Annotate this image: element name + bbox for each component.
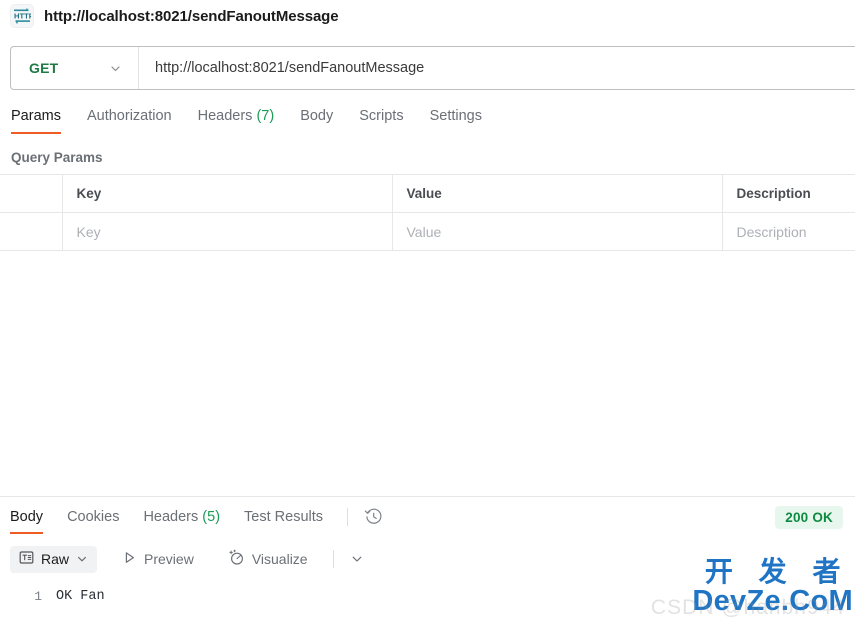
column-header-description: Description [722,175,855,213]
tab-body[interactable]: Body [300,108,333,134]
tab-authorization[interactable]: Authorization [87,108,172,134]
response-visualize-button[interactable]: Visualize [219,546,317,573]
url-input[interactable] [139,47,855,89]
page-title: http://localhost:8021/sendFanoutMessage [44,8,339,25]
column-header-value: Value [392,175,722,213]
row-key-cell[interactable]: Key [62,213,392,251]
play-triangle-icon [122,550,137,568]
response-pane: Body Cookies Headers (5) Test Results 20… [0,496,855,620]
column-header-key: Key [62,175,392,213]
line-number: 1 [0,587,56,606]
response-tab-body[interactable]: Body [10,509,43,534]
svg-text:HTTP: HTTP [14,12,31,21]
response-format-raw-button[interactable]: Raw [10,546,97,573]
chevron-down-icon [76,553,88,565]
clock-history-icon[interactable] [364,507,383,526]
response-tab-test-results-label: Test Results [244,509,323,525]
column-header-checkbox [0,175,62,213]
chevron-down-icon [109,62,122,75]
response-tabs: Body Cookies Headers (5) Test Results 20… [0,497,855,539]
response-preview-button[interactable]: Preview [113,546,203,573]
response-tab-headers-label: Headers [143,509,198,525]
http-method-label: GET [29,60,58,76]
tab-scripts[interactable]: Scripts [359,108,403,134]
tab-authorization-label: Authorization [87,108,172,124]
tab-headers-count: (7) [256,108,274,124]
tab-scripts-label: Scripts [359,108,403,124]
response-tab-cookies[interactable]: Cookies [67,509,119,534]
response-tab-headers[interactable]: Headers (5) [143,509,220,534]
tab-headers[interactable]: Headers (7) [198,108,275,134]
titlebar: HTTP http://localhost:8021/sendFanoutMes… [0,0,855,32]
tab-settings-label: Settings [430,108,482,124]
toolbar-divider [333,550,334,568]
status-badge: 200 OK [775,506,843,529]
tab-settings[interactable]: Settings [430,108,482,134]
response-tab-headers-count: (5) [202,509,220,525]
url-bar-container: GET [0,32,855,90]
tab-body-label: Body [300,108,333,124]
http-method-selector[interactable]: GET [11,47,139,89]
text-document-icon [19,550,34,568]
response-body-toolbar: Raw Preview Visualize [0,539,855,579]
response-tab-test-results[interactable]: Test Results [244,509,323,534]
row-description-cell[interactable]: Description [722,213,855,251]
toolbar-divider [347,508,348,526]
response-more-options-chevron-down-icon[interactable] [350,552,364,566]
visualize-sparkle-icon [228,549,245,569]
response-body-text: OK Fan [56,587,105,606]
response-tab-cookies-label: Cookies [67,509,119,525]
url-bar: GET [10,46,855,90]
request-tabs: Params Authorization Headers (7) Body Sc… [0,90,855,134]
query-params-table: Key Value Description Key Value Descript… [0,174,855,251]
response-visualize-label: Visualize [252,551,308,567]
tab-headers-label: Headers [198,108,253,124]
tab-params[interactable]: Params [11,108,61,134]
tab-params-label: Params [11,108,61,124]
query-params-heading: Query Params [0,134,855,174]
table-row[interactable]: Key Value Description [0,213,855,251]
response-tab-body-label: Body [10,509,43,525]
row-checkbox-cell[interactable] [0,213,62,251]
http-protocol-icon: HTTP [10,4,34,28]
response-format-raw-label: Raw [41,551,69,567]
response-body-code[interactable]: 1 OK Fan [0,579,855,621]
response-preview-label: Preview [144,551,194,567]
table-header-row: Key Value Description [0,175,855,213]
code-line: 1 OK Fan [0,587,855,606]
row-value-cell[interactable]: Value [392,213,722,251]
